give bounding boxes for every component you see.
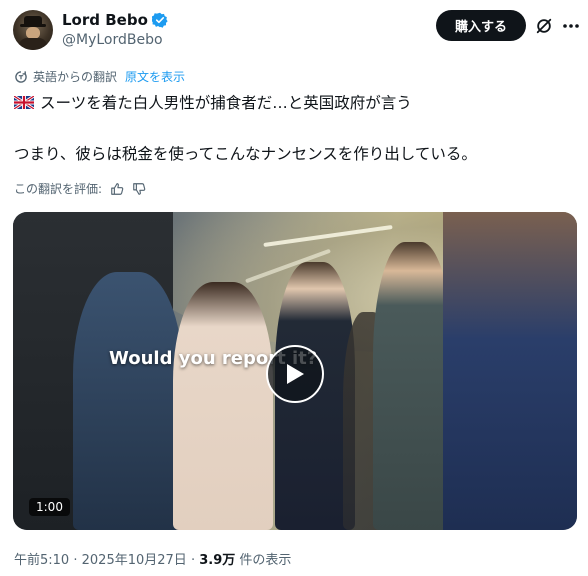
more-dots xyxy=(563,24,579,28)
grok-icon[interactable] xyxy=(532,14,556,38)
show-original-link[interactable]: 原文を表示 xyxy=(125,68,185,85)
more-options-icon[interactable] xyxy=(559,14,583,38)
thumbs-down-icon[interactable] xyxy=(132,182,146,196)
user-handle[interactable]: @MyLordBebo xyxy=(62,32,168,48)
views-label: 件の表示 xyxy=(239,553,292,568)
display-name[interactable]: Lord Bebo xyxy=(62,11,148,29)
thumbs-up-icon[interactable] xyxy=(110,182,124,196)
meta-separator: · xyxy=(73,553,78,568)
video-duration: 1:00 xyxy=(29,498,70,516)
avatar-coat xyxy=(19,38,47,50)
uk-flag-icon xyxy=(14,95,34,109)
meta-separator: · xyxy=(190,553,196,568)
tweet-text-line2: つまり、彼らは税金を使ってこんなナンセンスを作り出している。 xyxy=(14,145,477,163)
tweet-meta: 午前5:10 · 2025年10月27日 · 3.9万 件の表示 xyxy=(14,549,291,568)
person-blue-jacket xyxy=(73,272,183,530)
video-player[interactable]: Would you report it? 1:00 xyxy=(13,212,577,530)
tweet-time[interactable]: 午前5:10 xyxy=(14,553,69,568)
translation-label: 英語からの翻訳 xyxy=(33,70,118,84)
play-icon[interactable] xyxy=(266,345,324,403)
subscribe-button[interactable]: 購入する xyxy=(436,10,526,41)
person-man-grey-suit xyxy=(373,242,453,530)
person-foreground-right xyxy=(443,212,577,530)
name-row: Lord Bebo xyxy=(62,10,168,30)
rate-translation-label: この翻訳を評価: xyxy=(14,182,103,196)
tweet-date[interactable]: 2025年10月27日 xyxy=(82,553,187,568)
views-count: 3.9万 xyxy=(199,553,236,568)
translation-row: 英語からの翻訳 原文を表示 xyxy=(14,68,185,85)
avatar[interactable] xyxy=(13,10,53,50)
play-triangle xyxy=(287,364,304,384)
tweet-text-line1-row: スーツを着た白人男性が捕食者だ…と英国政府が言う xyxy=(14,91,412,113)
tweet-text-line1: スーツを着た白人男性が捕食者だ…と英国政府が言う xyxy=(40,94,412,112)
translate-icon xyxy=(15,70,27,83)
grok-glyph xyxy=(536,18,552,34)
person-woman-cream-jacket xyxy=(173,282,273,530)
rate-translation-row: この翻訳を評価: xyxy=(14,180,146,197)
user-info: Lord Bebo @MyLordBebo xyxy=(62,10,168,48)
verified-badge-icon xyxy=(151,12,168,28)
